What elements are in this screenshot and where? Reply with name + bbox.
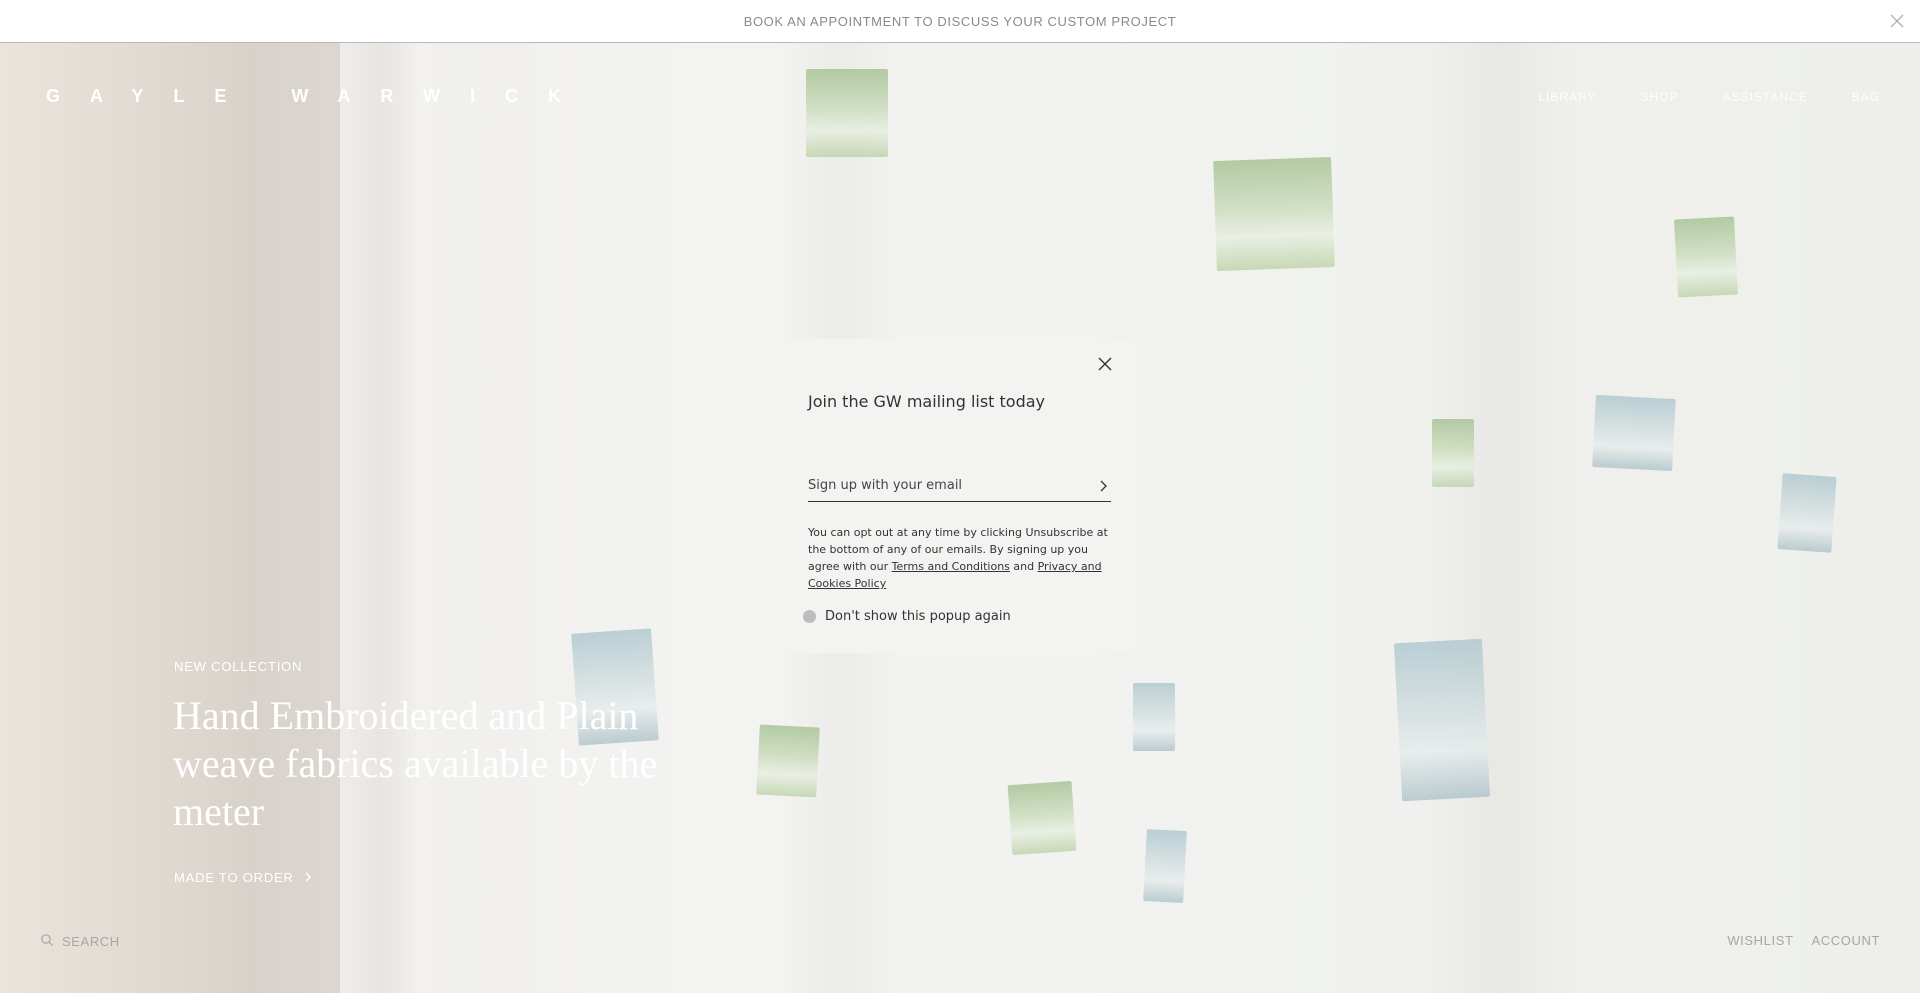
announcement-bar: BOOK AN APPOINTMENT TO DISCUSS YOUR CUST… — [0, 0, 1920, 43]
embroidered-patch — [1007, 780, 1077, 856]
brand-logo[interactable]: GAYLE WARWICK — [46, 86, 591, 107]
account-link[interactable]: ACCOUNT — [1812, 933, 1880, 948]
nav-library[interactable]: LIBRARY — [1538, 90, 1596, 104]
announcement-text[interactable]: BOOK AN APPOINTMENT TO DISCUSS YOUR CUST… — [744, 14, 1177, 29]
embroidered-patch — [1133, 683, 1175, 751]
search-label: SEARCH — [62, 934, 120, 949]
embroidered-patch — [1393, 638, 1491, 802]
legal-and: and — [1009, 560, 1038, 573]
newsletter-popup: Join the GW mailing list today You can o… — [788, 339, 1134, 653]
embroidered-patch — [1143, 829, 1187, 903]
embroidered-patch — [806, 69, 888, 157]
close-icon[interactable] — [1096, 355, 1114, 373]
embroidered-patch — [1432, 419, 1474, 487]
main-nav: LIBRARY SHOP ASSISTANCE BAG — [1538, 90, 1880, 104]
close-icon[interactable] — [1886, 10, 1908, 32]
dont-show-label: Don't show this popup again — [825, 609, 1011, 624]
email-signup-row — [808, 470, 1111, 502]
search-icon — [40, 933, 54, 950]
email-input[interactable] — [808, 478, 1078, 493]
wishlist-link[interactable]: WISHLIST — [1727, 933, 1793, 948]
terms-link[interactable]: Terms and Conditions — [892, 560, 1010, 573]
account-links: WISHLIST ACCOUNT — [1727, 933, 1880, 948]
chevron-right-icon[interactable] — [1095, 478, 1111, 494]
search-button[interactable]: SEARCH — [40, 933, 120, 950]
embroidered-patch — [1213, 156, 1335, 272]
nav-shop[interactable]: SHOP — [1641, 90, 1679, 104]
dont-show-radio[interactable] — [803, 610, 816, 623]
embroidered-patch — [1592, 394, 1676, 472]
curtain-fold — [340, 43, 450, 993]
chevron-right-icon — [304, 870, 312, 885]
cta-label: MADE TO ORDER — [174, 870, 294, 885]
nav-bag[interactable]: BAG — [1852, 90, 1880, 104]
embroidered-patch — [1674, 216, 1738, 298]
legal-notice: You can opt out at any time by clicking … — [808, 524, 1118, 592]
hero-headline: Hand Embroidered and Plain weave fabrics… — [173, 693, 658, 834]
embroidered-patch — [1777, 473, 1837, 553]
embroidered-patch — [756, 724, 820, 798]
curtain-fold — [1420, 43, 1580, 993]
dont-show-option[interactable]: Don't show this popup again — [803, 609, 1011, 624]
made-to-order-link[interactable]: MADE TO ORDER — [174, 870, 312, 885]
hero-eyebrow: NEW COLLECTION — [174, 659, 303, 674]
nav-assistance[interactable]: ASSISTANCE — [1723, 90, 1808, 104]
popup-title: Join the GW mailing list today — [808, 392, 1046, 411]
